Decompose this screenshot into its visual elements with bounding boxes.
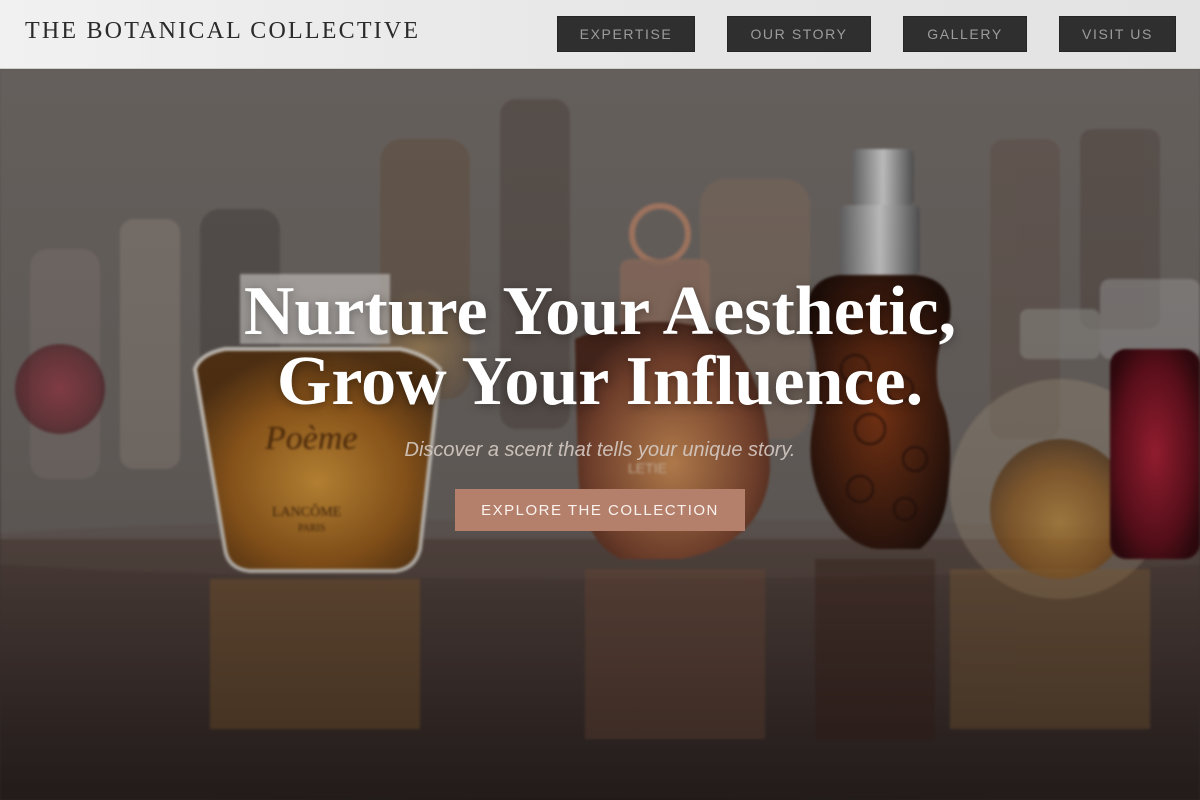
site-header: THE BOTANICAL COLLECTIVE EXPERTISE OUR S… [0,0,1200,69]
explore-collection-button[interactable]: EXPLORE THE COLLECTION [455,489,745,531]
hero-title-line-2: Grow Your Influence. [276,343,924,420]
nav-expertise-button[interactable]: EXPERTISE [557,16,695,52]
brand-logo[interactable]: THE BOTANICAL COLLECTIVE [25,18,420,45]
hero-title-line-1: Nurture Your Aesthetic, [243,273,957,350]
nav-gallery-button[interactable]: GALLERY [903,16,1027,52]
hero-subtitle: Discover a scent that tells your unique … [404,439,796,461]
nav-visit-us-button[interactable]: VISIT US [1059,16,1176,52]
hero-dark-overlay [0,69,1200,800]
hero-title: Nurture Your Aesthetic, Grow Your Influe… [0,277,1200,417]
hero-section: Poème LANCÔME PARIS LETIE [0,69,1200,800]
nav-our-story-button[interactable]: OUR STORY [727,16,871,52]
